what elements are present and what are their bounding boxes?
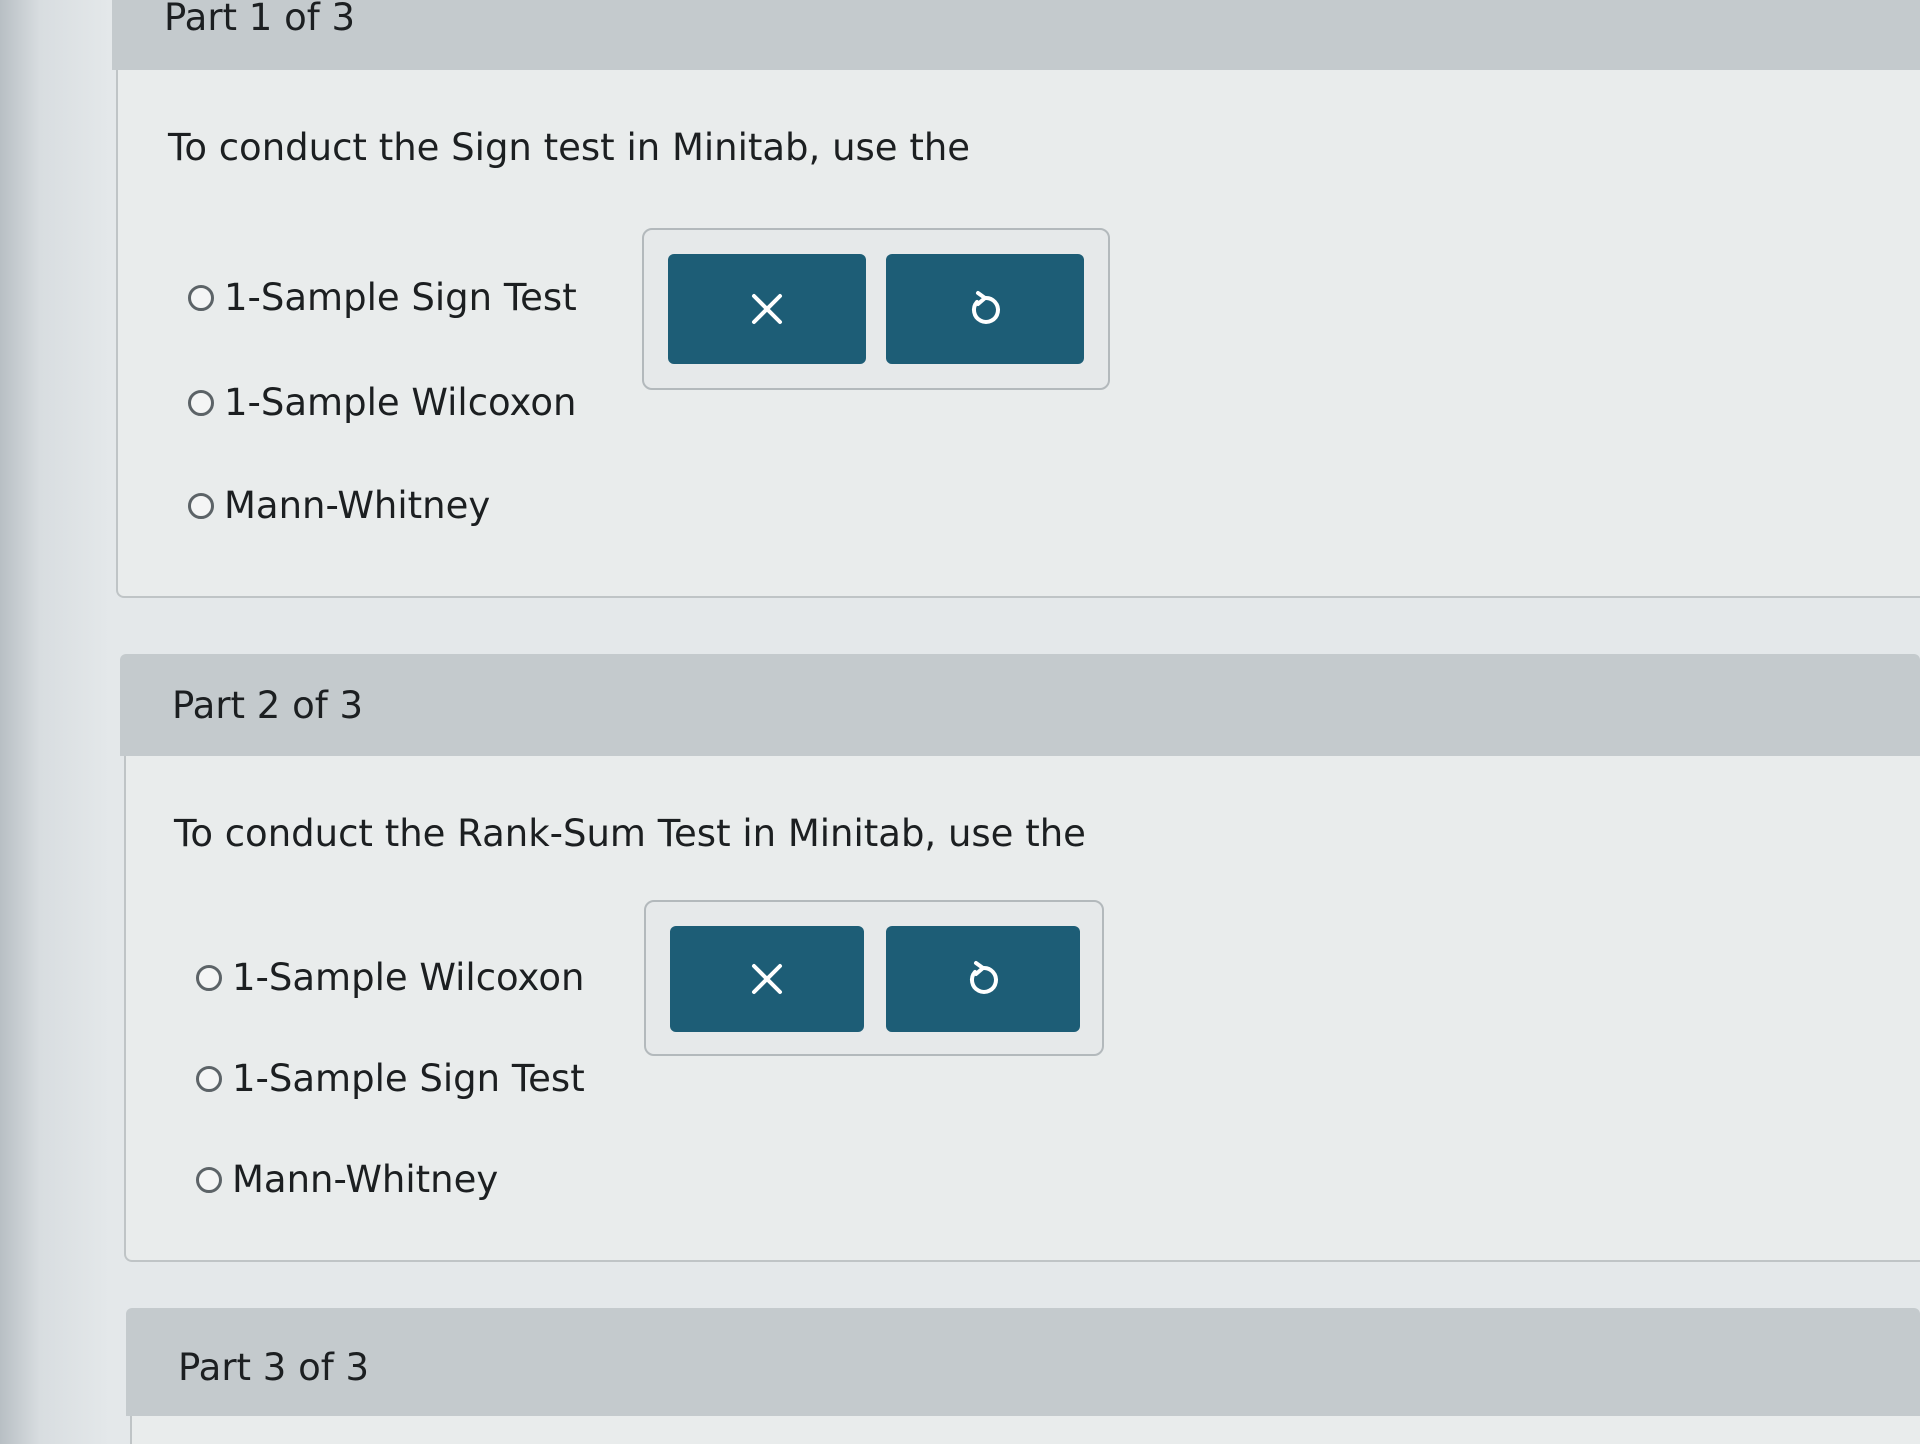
- undo-button[interactable]: [886, 254, 1084, 364]
- radio-button[interactable]: [196, 964, 222, 991]
- part-3-title: Part 3 of 3: [178, 1346, 370, 1389]
- part-2-option-2[interactable]: 1-Sample Sign Test: [196, 1057, 585, 1100]
- part-1-option-3[interactable]: Mann-Whitney: [188, 484, 490, 527]
- undo-button[interactable]: [886, 926, 1080, 1032]
- part-2-option-1[interactable]: 1-Sample Wilcoxon: [196, 956, 584, 999]
- part-1-body: To conduct the Sign test in Minitab, use…: [116, 70, 1920, 598]
- part-1-option-1[interactable]: 1-Sample Sign Test: [188, 276, 577, 319]
- close-icon: [749, 961, 785, 997]
- close-icon: [749, 291, 785, 327]
- clear-button[interactable]: [670, 926, 864, 1032]
- radio-button[interactable]: [196, 1065, 222, 1092]
- part-1-answer-tools: [642, 228, 1110, 390]
- part-3-header: Part 3 of 3: [126, 1308, 1920, 1416]
- undo-icon: [963, 959, 1003, 999]
- screen: Part 1 of 3 To conduct the Sign test in …: [0, 0, 1920, 1444]
- undo-icon: [965, 289, 1005, 329]
- option-label: 1-Sample Wilcoxon: [232, 956, 585, 999]
- option-label: 1-Sample Sign Test: [232, 1057, 585, 1100]
- part-2-question: To conduct the Rank-Sum Test in Minitab,…: [174, 812, 1086, 855]
- option-label: Mann-Whitney: [232, 1158, 499, 1201]
- part-1-title: Part 1 of 3: [164, 0, 356, 39]
- option-label: 1-Sample Sign Test: [224, 276, 577, 319]
- part-1-option-2[interactable]: 1-Sample Wilcoxon: [188, 381, 576, 424]
- part-2-option-3[interactable]: Mann-Whitney: [196, 1158, 498, 1201]
- radio-button[interactable]: [196, 1166, 222, 1193]
- radio-button[interactable]: [188, 389, 214, 416]
- part-2-title: Part 2 of 3: [172, 684, 364, 727]
- part-2-answer-tools: [644, 900, 1104, 1056]
- part-2-body: To conduct the Rank-Sum Test in Minitab,…: [124, 756, 1920, 1262]
- radio-button[interactable]: [188, 492, 214, 519]
- option-label: 1-Sample Wilcoxon: [224, 381, 577, 424]
- radio-button[interactable]: [188, 284, 214, 311]
- part-2-header: Part 2 of 3: [120, 654, 1920, 756]
- clear-button[interactable]: [668, 254, 866, 364]
- option-label: Mann-Whitney: [224, 484, 491, 527]
- part-1-header: Part 1 of 3: [112, 0, 1920, 70]
- part-3-body: [130, 1416, 1920, 1444]
- part-1-question: To conduct the Sign test in Minitab, use…: [168, 126, 971, 169]
